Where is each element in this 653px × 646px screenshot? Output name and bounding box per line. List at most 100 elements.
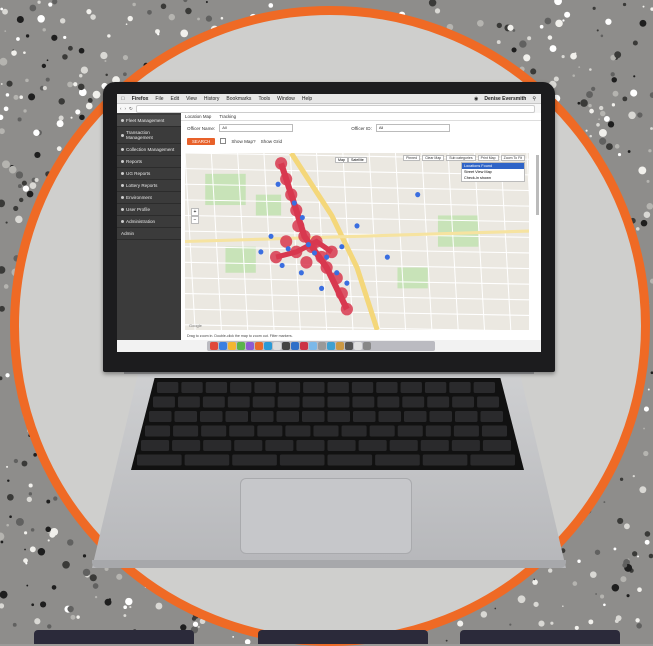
menu-bookmarks[interactable]: Bookmarks: [226, 96, 251, 102]
location-point[interactable]: [258, 249, 264, 255]
sidebar-item-user-profile[interactable]: User Profile: [117, 204, 181, 216]
show-grid-label: Show Grid: [260, 138, 283, 144]
officer-name-select[interactable]: All: [219, 124, 294, 132]
zoom-in-button[interactable]: +: [191, 208, 199, 216]
sidebar: Fleet Management Transaction Management …: [117, 113, 181, 340]
map-type-satellite[interactable]: Satellite: [348, 157, 367, 163]
collection-icon: [121, 148, 124, 151]
location-point[interactable]: [279, 262, 285, 269]
location-point[interactable]: [339, 244, 345, 250]
location-point[interactable]: [298, 270, 304, 276]
route-marker[interactable]: [300, 256, 313, 269]
dock-app-icon[interactable]: [363, 342, 371, 350]
page-scrollbar[interactable]: [536, 155, 539, 215]
dock-app-icon[interactable]: [354, 342, 362, 350]
map-btn-pinned[interactable]: Pinned: [403, 155, 421, 161]
dock-app-icon[interactable]: [237, 342, 245, 350]
location-point[interactable]: [275, 181, 281, 187]
map-canvas[interactable]: Map Satellite Pinned Clear Map Sub categ…: [185, 153, 529, 330]
dock-app-icon[interactable]: [336, 342, 344, 350]
zoom-out-button[interactable]: −: [191, 216, 199, 224]
map-btn-subcategories[interactable]: Sub categories: [446, 155, 476, 161]
dock-app-icon[interactable]: [228, 342, 236, 350]
google-logo: Google: [189, 323, 202, 328]
menu-history[interactable]: History: [204, 96, 220, 102]
sidebar-item-ug-reports[interactable]: UG Reports: [117, 168, 181, 180]
route-marker[interactable]: [280, 235, 293, 248]
location-point[interactable]: [305, 242, 311, 248]
location-point[interactable]: [291, 200, 297, 206]
sidebar-item-lottery-reports[interactable]: Lottery Reports: [117, 180, 181, 192]
sidebar-item-administration[interactable]: Administration: [117, 216, 181, 228]
user-icon: [121, 208, 124, 211]
officer-name-label: Officer Name:: [187, 125, 216, 131]
dock-app-icon[interactable]: [309, 342, 317, 350]
map-type-control: Map Satellite: [335, 157, 367, 163]
dock-app-icon[interactable]: [291, 342, 299, 350]
location-point[interactable]: [299, 214, 305, 221]
location-point[interactable]: [285, 246, 291, 252]
map-btn-print[interactable]: Print Map: [477, 155, 499, 161]
dock-app-icon[interactable]: [264, 342, 272, 350]
back-icon[interactable]: ‹: [120, 106, 122, 111]
menubar-user[interactable]: Denise Eversmith: [484, 96, 526, 102]
location-point[interactable]: [384, 254, 390, 260]
laptop-trackpad[interactable]: [240, 478, 412, 554]
location-point[interactable]: [344, 280, 350, 286]
location-point[interactable]: [319, 285, 325, 291]
location-point[interactable]: [268, 233, 274, 239]
chair-back: [460, 630, 620, 644]
sidebar-item-admin[interactable]: Admin: [117, 228, 181, 240]
map-btn-zoom-fit[interactable]: Zoom To Fit: [500, 155, 525, 161]
wifi-icon[interactable]: ◉: [474, 96, 478, 102]
forward-icon[interactable]: ›: [125, 106, 127, 111]
dock-app-icon[interactable]: [210, 342, 218, 350]
search-button[interactable]: SEARCH: [187, 137, 216, 145]
menu-tools[interactable]: Tools: [258, 96, 270, 102]
sidebar-item-environment[interactable]: Environment: [117, 192, 181, 204]
dock-app-icon[interactable]: [246, 342, 254, 350]
url-input[interactable]: [135, 104, 535, 113]
dock: [207, 341, 435, 351]
menu-help[interactable]: Help: [302, 96, 312, 102]
location-point[interactable]: [415, 192, 421, 198]
map-caption: Drag to zoom in. Double-click the map to…: [187, 334, 293, 338]
reload-icon[interactable]: ↻: [129, 106, 133, 112]
menu-window[interactable]: Window: [277, 96, 295, 102]
dropdown-option-checkin[interactable]: Check-in shown: [462, 175, 524, 181]
search-icon[interactable]: ⚲: [532, 96, 536, 102]
dock-app-icon[interactable]: [327, 342, 335, 350]
sidebar-item-reports[interactable]: Reports: [117, 156, 181, 168]
dock-app-icon[interactable]: [300, 342, 308, 350]
dock-app-icon[interactable]: [282, 342, 290, 350]
menubar-app-name[interactable]: Firefox: [132, 96, 149, 102]
map-btn-clear[interactable]: Clear Map: [422, 155, 445, 161]
sidebar-item-label: Administration: [126, 219, 156, 224]
map-layer-dropdown: Locations Found Street View Map Check-in…: [461, 162, 525, 182]
location-point[interactable]: [334, 270, 340, 276]
environment-icon: [121, 196, 124, 199]
dock-app-icon[interactable]: [255, 342, 263, 350]
officer-id-select[interactable]: All: [375, 124, 450, 132]
tab-tracking[interactable]: Tracking: [219, 114, 236, 119]
dock-app-icon[interactable]: [219, 342, 227, 350]
sidebar-item-label: Reports: [126, 159, 143, 164]
dock-app-icon[interactable]: [318, 342, 326, 350]
tab-location-map[interactable]: Location Map: [185, 114, 211, 119]
menu-edit[interactable]: Edit: [170, 96, 179, 102]
menu-view[interactable]: View: [186, 96, 197, 102]
sidebar-item-collection-management[interactable]: Collection Management: [117, 144, 181, 156]
park-area: [255, 194, 282, 216]
apple-icon[interactable]: : [121, 96, 125, 102]
show-map-checkbox[interactable]: [220, 138, 227, 144]
menu-file[interactable]: File: [155, 96, 163, 102]
location-point[interactable]: [354, 223, 360, 229]
location-point[interactable]: [324, 254, 330, 260]
sidebar-item-transaction-management[interactable]: Transaction Management: [117, 127, 181, 144]
sidebar-item-label: Lottery Reports: [126, 183, 158, 188]
sidebar-item-fleet-management[interactable]: Fleet Management: [117, 115, 181, 127]
dock-app-icon[interactable]: [273, 342, 281, 350]
map-type-map[interactable]: Map: [335, 157, 348, 163]
location-point[interactable]: [311, 250, 318, 256]
dock-app-icon[interactable]: [345, 342, 353, 350]
